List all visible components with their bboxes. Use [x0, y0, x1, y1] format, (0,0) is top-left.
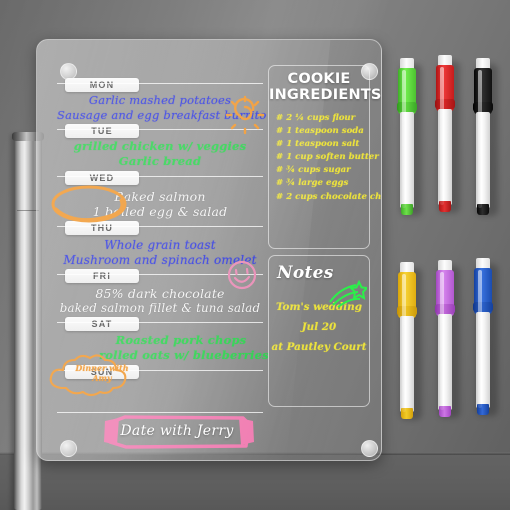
acrylic-planner-board[interactable]: MON Garlic mashed potatoes Sausage and e… [36, 39, 382, 461]
pen-clip [473, 102, 493, 112]
banner-text: Date with Jerry [120, 423, 234, 439]
pen-yellow[interactable] [396, 262, 422, 420]
pen-gloss [440, 67, 444, 205]
cookie-ingredients-panel[interactable]: COOKIE INGREDIENTS #2 ¼ cups flour #1 te… [268, 65, 382, 249]
day-label-sat: SAT [65, 317, 139, 331]
row-divider [57, 176, 263, 178]
pen-red[interactable] [434, 55, 460, 213]
meal-lines-sat: Roasted pork chops rolled oats w/ bluebe… [57, 331, 269, 363]
planner-row-fri[interactable]: FRI 85% dark chocolate baked salmon fill… [57, 264, 263, 315]
bullet-marker: # [276, 139, 284, 150]
pen-gloss [402, 70, 406, 208]
weekly-planner-column: MON Garlic mashed potatoes Sausage and e… [49, 73, 269, 453]
meal-line: Roasted pork chops [115, 333, 247, 347]
planner-row-mon[interactable]: MON Garlic mashed potatoes Sausage and e… [57, 73, 266, 122]
meal-lines-wed: Baked salmon 1 boiled egg & salad [57, 185, 263, 219]
list-item: #2 ¼ cups flour [276, 112, 369, 125]
pen-gloss [440, 272, 444, 410]
ingredient-text: 1 teaspoon soda [286, 126, 364, 137]
refrigerator-lower-panel [0, 455, 510, 510]
note-line: Jul 20 [301, 321, 337, 333]
ingredients-list: #2 ¼ cups flour #1 teaspoon soda #1 teas… [276, 112, 381, 204]
note-line: at Pautley Court [271, 341, 367, 353]
planner-row-thu[interactable]: THU Whole grain toast Mushroom and spina… [57, 216, 263, 267]
pen-clip [397, 102, 417, 112]
pen-purple[interactable] [434, 260, 460, 418]
day-label-fri: FRI [65, 269, 139, 283]
ingredient-text: 1 cup soften butter [286, 152, 379, 163]
row-divider [57, 226, 263, 228]
meal-line: Baked salmon [114, 189, 206, 204]
list-item: # ¾ large eggs [276, 177, 369, 190]
meal-lines-tue: grilled chicken w/ veggies Garlic bread [57, 138, 263, 169]
list-item: #1 cup soften butter [276, 151, 379, 164]
cookie-title-line-2: INGREDIENTS [269, 87, 382, 103]
day-label-mon: MON [65, 78, 139, 92]
day-label-tue: TUE [65, 124, 139, 138]
pen-gloss [478, 70, 482, 208]
planner-row-sat[interactable]: SAT Roasted pork chops rolled oats w/ bl… [57, 312, 269, 363]
meal-line: Garlic mashed potatoes [88, 93, 232, 107]
list-item: #1 teaspoon soda [276, 125, 369, 138]
pen-green[interactable] [396, 58, 422, 216]
cloud-doodle-text: Dinner with Amy [75, 363, 129, 383]
ingredient-text: 2 cups chocolate chips [286, 191, 382, 202]
pen-clip [435, 304, 455, 314]
notes-panel[interactable]: Notes Tom's wedding Jul 20 at Pautley Co… [268, 255, 370, 407]
bullet-marker: # [276, 165, 284, 176]
planner-bottom-divider-wrap [57, 408, 263, 414]
row-divider [57, 322, 263, 324]
board-inner-surface: MON Garlic mashed potatoes Sausage and e… [46, 49, 382, 457]
ingredient-text: 1 teaspoon salt [286, 139, 360, 150]
planner-row-tue[interactable]: TUE grilled chicken w/ veggies Garlic br… [57, 119, 263, 169]
list-item: #2 cups chocolate chips [276, 191, 381, 204]
ingredient-text: ¾ large eggs [286, 178, 349, 189]
ingredient-text: ¾ cups sugar [286, 165, 351, 176]
day-label-wed: WED [65, 171, 139, 185]
row-divider [57, 129, 263, 131]
meal-line: 85% dark chocolate [95, 286, 225, 301]
pen-clip [435, 99, 455, 109]
bullet-marker: # [276, 126, 284, 137]
pen-clip [473, 302, 493, 312]
corner-magnet-bottom-right[interactable] [361, 440, 378, 457]
list-item: #1 teaspoon salt [276, 138, 369, 151]
pen-black[interactable] [472, 58, 498, 216]
screenshot-scene: MON Garlic mashed potatoes Sausage and e… [0, 0, 510, 510]
bullet-marker: # [276, 113, 284, 123]
row-divider [57, 83, 263, 85]
cookie-panel-title: COOKIE INGREDIENTS [269, 71, 382, 103]
bullet-marker: # [276, 178, 284, 189]
bullet-marker: # [276, 152, 284, 163]
row-divider [57, 412, 263, 414]
cookie-title-line-1: COOKIE [287, 71, 351, 87]
list-item: # ¾ cups sugar [276, 164, 369, 177]
ingredient-text: 2 ¼ cups flour [286, 113, 356, 123]
pen-blue[interactable] [472, 258, 498, 416]
pen-gloss [402, 274, 406, 412]
meal-line: Whole grain toast [104, 238, 216, 252]
day-label-thu: THU [65, 221, 139, 235]
shooting-star-icon [329, 279, 367, 308]
pen-gloss [478, 270, 482, 408]
bullet-marker: # [276, 191, 284, 202]
row-divider [57, 274, 263, 276]
planner-row-wed[interactable]: WED Baked salmon 1 boiled egg & salad [57, 166, 263, 219]
pen-clip [397, 306, 417, 316]
meal-line: grilled chicken w/ veggies [73, 139, 247, 153]
